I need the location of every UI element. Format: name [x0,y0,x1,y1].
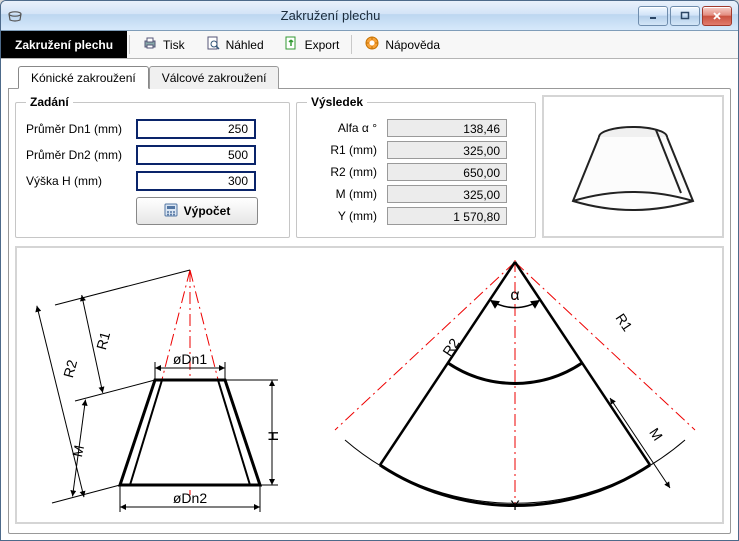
client-area: Kónické zakroužení Válcové zakroužení Za… [2,59,737,539]
alpha-dim-label: α [510,287,519,304]
r1-label: R1 (mm) [307,143,387,157]
help-icon [364,35,380,54]
r1-value: 325,00 [387,141,507,159]
h-input[interactable] [136,171,256,191]
window-controls [638,6,732,26]
maximize-button[interactable] [670,6,700,26]
r2-label: R2 (mm) [307,165,387,179]
dn2-input[interactable] [136,145,256,165]
tab-cylindrical[interactable]: Válcové zakroužení [149,66,280,89]
close-button[interactable] [702,6,732,26]
dn2-label: Průměr Dn2 (mm) [26,148,136,162]
group-input: Zadání Průměr Dn1 (mm) Průměr Dn2 (mm) V… [15,95,290,238]
tab-strip: Kónické zakroužení Válcové zakroužení [18,65,731,88]
dn1-label: Průměr Dn1 (mm) [26,122,136,136]
titlebar: Zakružení plechu [1,1,738,31]
toolbar-export-label: Export [305,38,340,52]
h-dim-label: H [265,431,281,441]
print-icon [142,35,158,54]
tab-pane-conical: Zadání Průměr Dn1 (mm) Průměr Dn2 (mm) V… [8,88,731,534]
group-output: Výsledek Alfa α ° 138,46 R1 (mm) 325,00 … [296,95,536,238]
preview-icon [205,35,221,54]
m-dim-label: M [69,444,87,459]
alfa-value: 138,46 [387,119,507,137]
dn1-dim-label: øDn1 [172,351,206,367]
y-dim-label: Y [510,497,520,513]
calculate-button[interactable]: Výpočet [136,197,258,225]
calculator-icon [164,203,178,220]
m-label: M (mm) [307,187,387,201]
h-label: Výška H (mm) [26,174,136,188]
app-icon [7,8,23,24]
minimize-button[interactable] [638,6,668,26]
m-value: 325,00 [387,185,507,203]
toolbar-export[interactable]: Export [274,31,350,58]
blueprint: øDn1 øDn2 H [15,246,724,524]
toolbar-main-label: Zakružení plechu [15,38,113,52]
dn2-dim-label: øDn2 [172,490,206,506]
window-title: Zakružení plechu [23,8,638,23]
toolbar-main[interactable]: Zakružení plechu [1,31,127,58]
toolbar-print-label: Tisk [163,38,185,52]
group-output-legend: Výsledek [307,95,367,109]
r1-dim-label: R1 [93,330,113,352]
dn1-input[interactable] [136,119,256,139]
toolbar-preview-label: Náhled [226,38,264,52]
r1-right-label: R1 [612,310,635,334]
tab-conical[interactable]: Kónické zakroužení [18,66,149,89]
r2-right-label: R2 [439,335,462,359]
toolbar-help-label: Nápověda [385,38,440,52]
toolbar-print[interactable]: Tisk [132,31,195,58]
toolbar-help[interactable]: Nápověda [354,31,450,58]
r2-value: 650,00 [387,163,507,181]
app-window: Zakružení plechu Zakružení plechu Tisk [0,0,739,541]
y-value: 1 570,80 [387,207,507,225]
export-icon [284,35,300,54]
toolbar-preview[interactable]: Náhled [195,31,274,58]
cone-preview [542,95,724,238]
group-input-legend: Zadání [26,95,73,109]
calculate-label: Výpočet [184,204,231,218]
y-label-out: Y (mm) [307,209,387,223]
r2-dim-label: R2 [60,358,80,380]
m-right-label: M [646,425,666,444]
alfa-label: Alfa α ° [307,121,387,135]
toolbar: Zakružení plechu Tisk Náhled Export [1,31,738,59]
